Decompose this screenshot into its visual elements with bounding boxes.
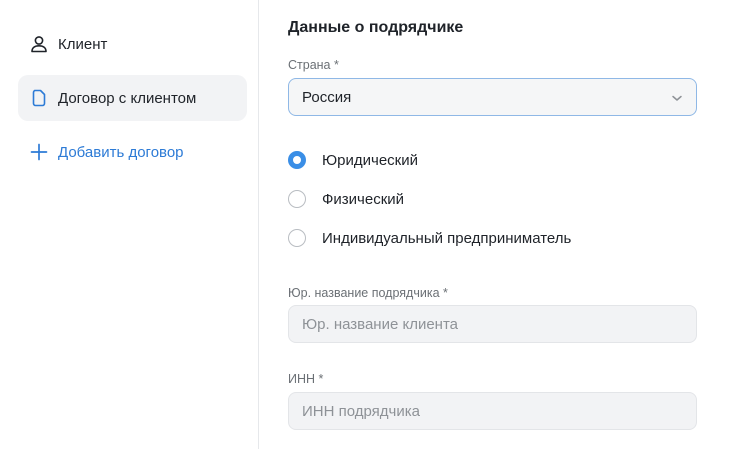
chevron-down-icon [670, 91, 684, 109]
radio-label: Индивидуальный предприниматель [322, 229, 572, 247]
add-contract-button[interactable]: Добавить договор [18, 129, 247, 175]
radio-label: Физический [322, 190, 405, 208]
sidebar-item-label: Клиент [58, 35, 108, 53]
section-title: Данные о подрядчике [288, 19, 464, 36]
legal-name-input[interactable] [288, 305, 697, 343]
radio-legal-entity[interactable]: Юридический [288, 151, 418, 169]
sidebar: Клиент Договор с клиентом Добавить догов… [0, 0, 259, 449]
country-value: Россия [302, 88, 352, 106]
radio-individual[interactable]: Физический [288, 190, 404, 208]
legal-name-label: Юр. название подрядчика * [288, 286, 448, 300]
radio-label: Юридический [322, 151, 418, 169]
document-icon [29, 88, 49, 108]
sidebar-item-contract[interactable]: Договор с клиентом [18, 75, 247, 121]
inn-label: ИНН * [288, 372, 324, 386]
country-select[interactable]: Россия [288, 78, 697, 116]
radio-indicator [288, 190, 306, 208]
sidebar-item-client[interactable]: Клиент [18, 21, 247, 67]
inn-input[interactable] [288, 392, 697, 430]
radio-sole-proprietor[interactable]: Индивидуальный предприниматель [288, 229, 571, 247]
plus-icon [29, 142, 49, 162]
add-contract-label: Добавить договор [58, 143, 184, 161]
sidebar-item-label: Договор с клиентом [58, 89, 197, 107]
radio-indicator [288, 229, 306, 247]
radio-indicator [288, 151, 306, 169]
person-icon [29, 34, 49, 54]
country-label: Страна * [288, 58, 339, 72]
